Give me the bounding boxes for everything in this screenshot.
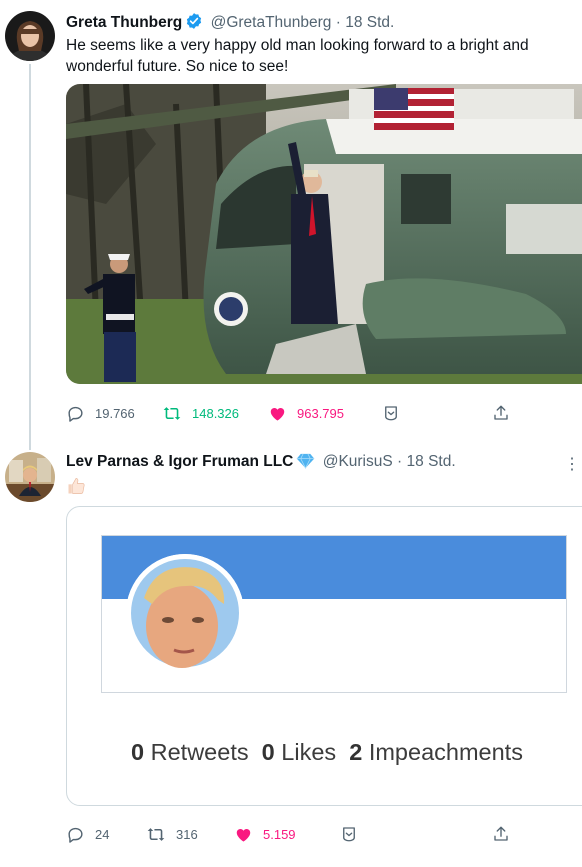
reply-button[interactable]: 24: [66, 819, 109, 849]
author-name[interactable]: Lev Parnas & Igor Fruman LLC: [66, 453, 293, 470]
retweet-icon: [147, 827, 165, 841]
impeachments-count: 2: [349, 739, 363, 765]
likes-label: Likes: [281, 739, 337, 765]
image-card[interactable]: 0 Retweets 0 Likes 2 Impeachments: [66, 506, 582, 806]
reply-icon: [68, 827, 83, 843]
like-button[interactable]: 5.159: [234, 819, 296, 849]
share-button[interactable]: [492, 398, 510, 428]
likes-count: 0: [261, 739, 275, 765]
retweet-button[interactable]: 316: [146, 819, 198, 849]
bookmark-icon: [385, 406, 397, 421]
retweet-count: 316: [176, 826, 198, 842]
reply-count: 24: [95, 826, 110, 842]
retweet-count: 148.326: [192, 405, 239, 421]
verified-badge-icon: [185, 12, 203, 35]
profile-picture: [126, 554, 244, 672]
more-icon[interactable]: ⋮: [564, 454, 580, 474]
tweet-timestamp[interactable]: 18 Std.: [345, 14, 394, 31]
like-button[interactable]: 963.795: [268, 398, 344, 428]
tweet-text: He seems like a very happy old man looki…: [66, 37, 529, 75]
share-icon: [494, 405, 508, 420]
bookmark-button[interactable]: [340, 819, 358, 849]
author-handle[interactable]: @GretaThunberg: [211, 14, 332, 31]
impeachments-label: Impeachments: [368, 739, 523, 765]
tweet-photo[interactable]: [66, 84, 582, 384]
like-icon: [270, 407, 285, 421]
author-name[interactable]: Greta Thunberg: [66, 14, 182, 31]
tweet1-actions: 19.766 148.326 963.795: [66, 398, 582, 428]
like-count: 5.159: [263, 826, 296, 842]
bookmark-button[interactable]: [382, 398, 400, 428]
tweet1-header: Greta Thunberg @GretaThunberg · 18 Std.: [66, 12, 394, 35]
separator-dot: ·: [397, 453, 403, 470]
share-icon: [494, 826, 508, 841]
diamond-icon: [296, 453, 315, 474]
tweet2-header: Lev Parnas & Igor Fruman LLC @KurisuS · …: [66, 453, 456, 474]
reply-button[interactable]: 19.766: [66, 398, 135, 428]
tweet-timestamp[interactable]: 18 Std.: [407, 453, 456, 470]
retweets-count: 0: [131, 739, 145, 765]
tweet2-actions: 24 316 5.159: [66, 819, 582, 849]
profile-stats: 0 Retweets 0 Likes 2 Impeachments: [67, 739, 582, 766]
thumbs-up-emoji: [66, 476, 86, 501]
retweets-label: Retweets: [150, 739, 249, 765]
reply-count: 19.766: [95, 405, 135, 421]
bookmark-icon: [343, 827, 355, 842]
like-count: 963.795: [297, 405, 344, 421]
retweet-icon: [163, 406, 181, 420]
profile-mockup: [101, 535, 567, 693]
separator-dot: ·: [335, 14, 341, 31]
thread-connector-line: [29, 64, 31, 450]
author-handle[interactable]: @KurisuS: [323, 453, 393, 470]
share-button[interactable]: [492, 819, 510, 849]
avatar-parnas-fruman[interactable]: [5, 452, 55, 502]
like-icon: [236, 828, 251, 842]
retweet-button[interactable]: 148.326: [162, 398, 239, 428]
reply-icon: [68, 406, 83, 422]
avatar-greta[interactable]: [5, 11, 55, 61]
